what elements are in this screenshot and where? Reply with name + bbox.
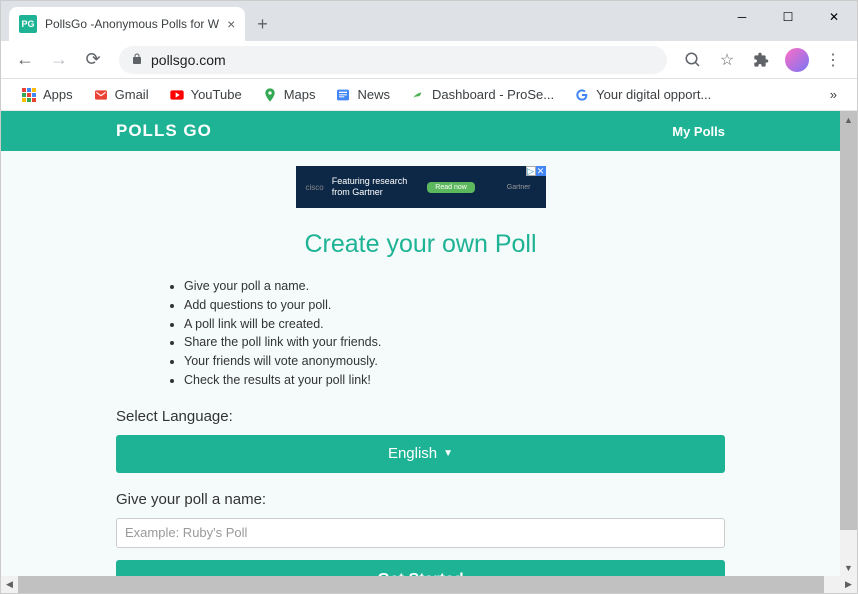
bookmarks-bar: Apps Gmail YouTube Maps News Dashboard -… bbox=[1, 79, 857, 111]
list-item: Add questions to your poll. bbox=[184, 296, 725, 315]
horizontal-scrollbar[interactable]: ◀ ▶ bbox=[1, 576, 857, 593]
list-item: Check the results at your poll link! bbox=[184, 371, 725, 390]
list-item: Give your poll a name. bbox=[184, 277, 725, 296]
address-toolbar: ← → ⟳ pollsgo.com ☆ ⋮ bbox=[1, 41, 857, 79]
list-item: Share the poll link with your friends. bbox=[184, 333, 725, 352]
bookmark-youtube[interactable]: YouTube bbox=[161, 82, 250, 108]
tab-title: PollsGo -Anonymous Polls for W bbox=[45, 17, 219, 31]
star-icon[interactable]: ☆ bbox=[713, 46, 741, 74]
close-window-button[interactable]: ✕ bbox=[811, 1, 857, 33]
language-value: English bbox=[388, 445, 437, 462]
gmail-icon bbox=[93, 87, 109, 103]
extensions-icon[interactable] bbox=[747, 46, 775, 74]
bookmark-label: Gmail bbox=[115, 87, 149, 102]
bookmark-maps[interactable]: Maps bbox=[254, 82, 324, 108]
scroll-left-arrow[interactable]: ◀ bbox=[1, 576, 18, 593]
list-item: Your friends will vote anonymously. bbox=[184, 352, 725, 371]
bookmark-label: YouTube bbox=[191, 87, 242, 102]
page-content: POLLS GO My Polls cisco Featuring resear… bbox=[1, 111, 840, 576]
minimize-button[interactable]: ─ bbox=[719, 1, 765, 33]
bookmark-label: Your digital opport... bbox=[596, 87, 711, 102]
bookmark-label: Apps bbox=[43, 87, 73, 102]
bookmark-news[interactable]: News bbox=[327, 82, 398, 108]
list-item: A poll link will be created. bbox=[184, 315, 725, 334]
bookmark-label: News bbox=[357, 87, 390, 102]
instructions-list: Give your poll a name. Add questions to … bbox=[164, 277, 725, 390]
poll-name-input[interactable] bbox=[116, 518, 725, 548]
bookmark-digital[interactable]: Your digital opport... bbox=[566, 82, 719, 108]
browser-tab-strip: PG PollsGo -Anonymous Polls for W × + ─ … bbox=[1, 1, 857, 41]
back-button[interactable]: ← bbox=[11, 46, 39, 74]
bookmark-apps[interactable]: Apps bbox=[13, 82, 81, 108]
vertical-scrollbar[interactable]: ▲ ▼ bbox=[840, 111, 857, 576]
maps-icon bbox=[262, 87, 278, 103]
maximize-button[interactable]: ☐ bbox=[765, 1, 811, 33]
bookmark-gmail[interactable]: Gmail bbox=[85, 82, 157, 108]
bookmark-dashboard[interactable]: Dashboard - ProSe... bbox=[402, 82, 562, 108]
ad-cta[interactable]: Read now bbox=[427, 182, 475, 193]
page-title: Create your own Poll bbox=[116, 230, 725, 259]
forward-button[interactable]: → bbox=[45, 46, 73, 74]
ad-banner[interactable]: cisco Featuring researchfrom Gartner Rea… bbox=[296, 166, 546, 208]
bookmark-label: Dashboard - ProSe... bbox=[432, 87, 554, 102]
profile-avatar[interactable] bbox=[785, 48, 809, 72]
bookmark-label: Maps bbox=[284, 87, 316, 102]
ad-text: Featuring researchfrom Gartner bbox=[332, 176, 408, 198]
leaf-icon bbox=[410, 87, 426, 103]
zoom-icon[interactable] bbox=[679, 46, 707, 74]
my-polls-link[interactable]: My Polls bbox=[672, 124, 725, 139]
bookmarks-overflow[interactable]: » bbox=[822, 82, 845, 108]
poll-name-label: Give your poll a name: bbox=[116, 491, 725, 508]
reload-button[interactable]: ⟳ bbox=[79, 46, 107, 74]
site-header: POLLS GO My Polls bbox=[1, 111, 840, 151]
google-icon bbox=[574, 87, 590, 103]
url-text: pollsgo.com bbox=[151, 52, 226, 68]
browser-tab[interactable]: PG PollsGo -Anonymous Polls for W × bbox=[9, 7, 245, 41]
tab-favicon: PG bbox=[19, 15, 37, 33]
caret-down-icon: ▼ bbox=[443, 448, 453, 459]
scroll-right-arrow[interactable]: ▶ bbox=[840, 576, 857, 593]
news-icon bbox=[335, 87, 351, 103]
ad-brand: cisco bbox=[306, 183, 324, 192]
ad-info-close[interactable]: ▷✕ bbox=[526, 166, 546, 176]
address-bar[interactable]: pollsgo.com bbox=[119, 46, 667, 74]
scroll-down-arrow[interactable]: ▼ bbox=[840, 559, 857, 576]
close-tab-icon[interactable]: × bbox=[227, 16, 235, 32]
language-dropdown[interactable]: English ▼ bbox=[116, 435, 725, 473]
scroll-thumb[interactable] bbox=[18, 576, 824, 593]
new-tab-button[interactable]: + bbox=[245, 7, 280, 41]
menu-icon[interactable]: ⋮ bbox=[819, 46, 847, 74]
language-label: Select Language: bbox=[116, 408, 725, 425]
youtube-icon bbox=[169, 87, 185, 103]
ad-partner: Gartner bbox=[507, 184, 531, 191]
site-logo[interactable]: POLLS GO bbox=[116, 121, 212, 141]
lock-icon bbox=[131, 52, 143, 68]
scroll-up-arrow[interactable]: ▲ bbox=[840, 111, 857, 128]
apps-icon bbox=[22, 88, 36, 102]
scroll-thumb[interactable] bbox=[840, 111, 857, 530]
get-started-button[interactable]: Get Started bbox=[116, 560, 725, 577]
